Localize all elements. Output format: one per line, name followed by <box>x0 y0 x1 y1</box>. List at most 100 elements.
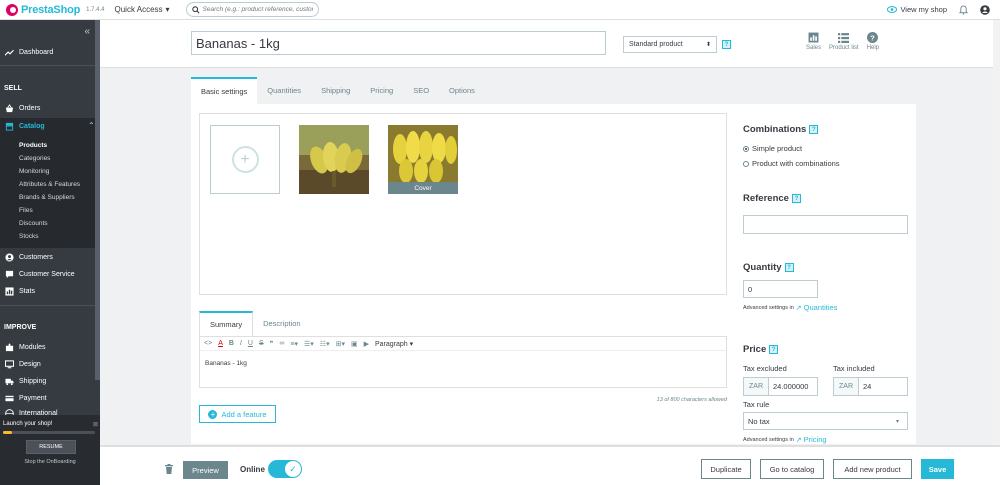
text-color-icon[interactable]: A <box>218 340 223 347</box>
quantities-link[interactable]: Quantities <box>804 303 838 312</box>
sidebar-item-catalog[interactable]: Catalog <box>5 122 45 131</box>
help-label: Help <box>866 45 880 51</box>
sales-chart-icon <box>808 32 819 43</box>
summary-editor[interactable]: <> A B I U S ❞ ∞ ≡▾ ☰▾ ☷▾ ⊞▾ ▣ ▶ Paragra… <box>199 336 727 388</box>
paragraph-format-select[interactable]: Paragraph ▾ <box>375 340 413 348</box>
page-scrollbar[interactable] <box>993 20 1000 445</box>
sidebar-subitem-discounts[interactable]: Discounts <box>19 220 48 227</box>
combinations-radio[interactable]: Product with combinations <box>743 159 840 168</box>
media-icon[interactable]: ▶ <box>364 340 369 348</box>
price-tax-included-input[interactable]: ZAR 24 <box>833 377 908 396</box>
search-input[interactable] <box>202 6 313 13</box>
strikethrough-icon[interactable]: S <box>259 340 264 347</box>
online-toggle[interactable]: ✓ <box>268 460 302 478</box>
sales-button[interactable]: Sales <box>806 32 821 51</box>
sidebar-item-orders[interactable]: Orders <box>5 104 40 113</box>
tab-options[interactable]: Options <box>439 77 485 104</box>
tab-pricing[interactable]: Pricing <box>360 77 403 104</box>
help-button[interactable]: ? Help <box>867 32 879 51</box>
bell-icon[interactable] <box>959 4 968 15</box>
sidebar-item-payment[interactable]: Payment <box>5 394 47 403</box>
blockquote-icon[interactable]: ❞ <box>270 340 274 348</box>
link-icon[interactable]: ∞ <box>279 340 284 347</box>
table-icon[interactable]: ⊞▾ <box>336 340 345 348</box>
product-list-button[interactable]: Product list <box>829 32 859 51</box>
tab-basic-settings[interactable]: Basic settings <box>191 77 258 104</box>
image-dropzone[interactable]: + Cover <box>199 113 727 295</box>
source-code-icon[interactable]: <> <box>204 340 212 347</box>
align-icon[interactable]: ≡▾ <box>290 340 298 348</box>
sidebar-label-payment: Payment <box>19 395 47 402</box>
reference-input[interactable] <box>743 215 908 234</box>
sidebar-item-customer-service[interactable]: Customer Service <box>5 270 75 279</box>
save-button[interactable]: Save <box>921 459 954 479</box>
tab-summary[interactable]: Summary <box>199 311 254 336</box>
product-tabs: Basic settings Quantities Shipping Prici… <box>191 77 485 104</box>
tab-shipping[interactable]: Shipping <box>311 77 360 104</box>
simple-product-radio[interactable]: Simple product <box>743 144 802 153</box>
product-type-select[interactable]: Standard product ⬍ <box>623 36 717 53</box>
price-tax-excluded-input[interactable]: ZAR 24.000000 <box>743 377 818 396</box>
user-account-icon[interactable] <box>980 4 990 15</box>
tab-quantities[interactable]: Quantities <box>257 77 311 104</box>
italic-icon[interactable]: I <box>240 340 242 347</box>
help-icon[interactable]: ? <box>809 125 819 134</box>
sidebar-section-sell: SELL <box>4 85 22 92</box>
search-box[interactable] <box>185 2 319 17</box>
add-new-product-button[interactable]: Add new product <box>833 459 912 479</box>
summary-text[interactable]: Bananas - 1kg <box>200 351 726 376</box>
preview-button[interactable]: Preview <box>183 461 228 479</box>
sidebar-subitem-attributes[interactable]: Attributes & Features <box>19 181 80 188</box>
go-to-catalog-button[interactable]: Go to catalog <box>760 459 824 479</box>
sidebar-scrollbar[interactable] <box>95 20 100 380</box>
sidebar-item-stats[interactable]: Stats <box>5 287 35 296</box>
advanced-settings-text: Advanced settings in <box>743 304 794 311</box>
quick-access-dropdown[interactable]: Quick Access ▾ <box>115 5 170 14</box>
onboarding-close-icon[interactable]: ⊠ <box>93 421 98 428</box>
sidebar-item-shipping[interactable]: Shipping <box>5 377 46 386</box>
sidebar-subitem-stocks[interactable]: Stocks <box>19 233 39 240</box>
tab-description[interactable]: Description <box>253 311 311 336</box>
add-image-button[interactable]: + <box>210 125 280 194</box>
sidebar-item-design[interactable]: Design <box>5 360 41 369</box>
image-icon[interactable]: ▣ <box>351 340 358 348</box>
help-icon[interactable]: ? <box>769 345 779 354</box>
sidebar-subitem-products[interactable]: Products <box>19 142 47 149</box>
quantity-input[interactable]: 0 <box>743 280 818 298</box>
add-feature-button[interactable]: + Add a feature <box>199 405 276 423</box>
sidebar-item-dashboard[interactable]: Dashboard <box>5 48 53 57</box>
cover-image-thumbnail[interactable]: Cover <box>388 125 458 194</box>
sidebar-subitem-monitoring[interactable]: Monitoring <box>19 168 49 175</box>
product-name-input[interactable] <box>191 31 606 55</box>
tax-rule-select[interactable]: No tax ▾ <box>743 412 908 430</box>
collapse-sidebar-icon[interactable]: « <box>84 26 90 37</box>
duplicate-button[interactable]: Duplicate <box>701 459 751 479</box>
description-tabs: Summary Description <box>199 311 311 336</box>
prestashop-logo[interactable]: PrestaShop <box>6 3 80 16</box>
cover-label: Cover <box>388 182 458 194</box>
product-image-thumbnail[interactable] <box>299 125 369 194</box>
caret-down-icon: ▾ <box>165 5 170 14</box>
view-shop-link[interactable]: View my shop <box>887 5 947 14</box>
help-icon[interactable]: ? <box>784 263 794 272</box>
currency-prefix: ZAR <box>744 378 769 395</box>
sidebar-subitem-categories[interactable]: Categories <box>19 155 50 162</box>
sidebar-label-customer-service: Customer Service <box>19 271 75 278</box>
underline-icon[interactable]: U <box>248 340 253 347</box>
sidebar-subitem-files[interactable]: Files <box>19 207 33 214</box>
plus-icon: + <box>231 146 259 173</box>
sidebar-subitem-brands[interactable]: Brands & Suppliers <box>19 194 75 201</box>
help-icon[interactable]: ? <box>722 40 731 49</box>
resume-button[interactable]: RESUME <box>26 440 76 454</box>
bullet-list-icon[interactable]: ☰▾ <box>304 340 314 348</box>
tab-seo[interactable]: SEO <box>403 77 439 104</box>
sidebar-item-customers[interactable]: Customers <box>5 253 53 262</box>
sidebar-item-modules[interactable]: Modules <box>5 343 45 352</box>
numbered-list-icon[interactable]: ☷▾ <box>320 340 330 348</box>
trash-icon[interactable] <box>165 464 173 474</box>
bold-icon[interactable]: B <box>229 340 234 347</box>
help-icon[interactable]: ? <box>791 194 801 203</box>
reference-heading: Reference ? <box>743 193 801 204</box>
pricing-link[interactable]: Pricing <box>804 435 827 444</box>
stop-onboarding-link[interactable]: Stop the OnBoarding <box>0 459 100 465</box>
